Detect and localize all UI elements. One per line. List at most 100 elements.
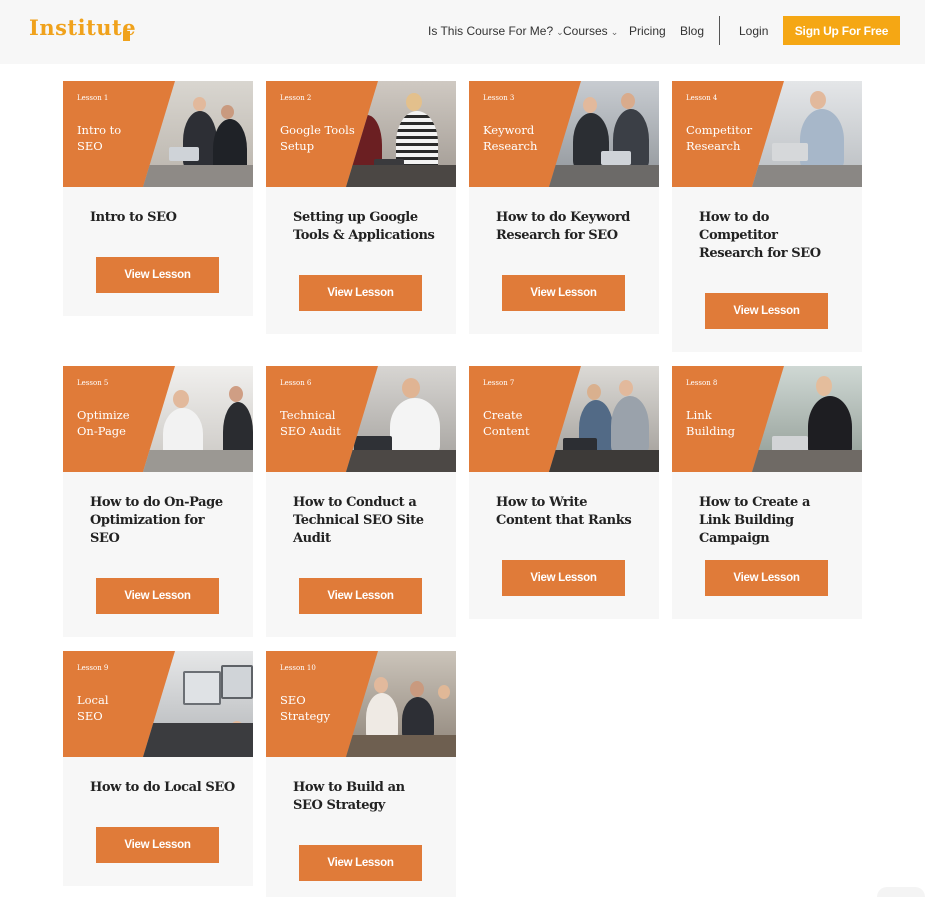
lesson-banner[interactable]: Lesson 2 Google Tools Setup [266,81,456,187]
lesson-banner[interactable]: Lesson 9 Local SEO [63,651,253,757]
nav-is-this-course-for-me[interactable]: Is This Course For Me? ⌄ [428,24,564,38]
lesson-banner[interactable]: Lesson 1 Intro to SEO [63,81,253,187]
banner-title-line: Technical [280,408,336,422]
banner-title-line: Research [686,139,741,153]
banner-title-line: Strategy [280,709,331,723]
lesson-banner[interactable]: Lesson 3 Keyword Research [469,81,659,187]
lesson-photo [346,651,456,757]
chevron-down-icon: ⌄ [610,27,619,37]
site-header: Institute Is This Course For Me? ⌄ Course… [0,0,925,64]
lesson-card: Lesson 7 Create Content How to Write Cont… [469,366,659,619]
banner-title-line: SEO [77,139,103,153]
nav-pricing[interactable]: Pricing [629,24,666,38]
lesson-banner[interactable]: Lesson 4 Competitor Research [672,81,862,187]
banner-title: Link Building [686,407,766,439]
lesson-number: Lesson 2 [280,94,312,102]
lesson-card: Lesson 5 Optimize On-Page How to do On-Pa… [63,366,253,637]
banner-title-line: Research [483,139,538,153]
banner-title-line: Create [483,408,523,422]
banner-title-line: SEO [280,693,306,707]
nav-label: Courses [563,24,608,38]
banner-title-line: On-Page [77,424,126,438]
lesson-number: Lesson 5 [77,379,109,387]
lesson-banner[interactable]: Lesson 5 Optimize On-Page [63,366,253,472]
lesson-title[interactable]: How to do Keyword Research for SEO [496,209,641,245]
lesson-photo [549,81,659,187]
site-logo[interactable]: Institute [29,15,136,40]
logo-bookmark-icon [123,31,130,41]
lesson-title[interactable]: How to do Competitor Research for SEO [699,209,844,263]
banner-title: Technical SEO Audit [280,407,360,439]
banner-title-line: Building [686,424,736,438]
view-lesson-button[interactable]: View Lesson [299,578,422,614]
lesson-banner[interactable]: Lesson 8 Link Building [672,366,862,472]
banner-title-line: SEO [77,709,103,723]
lesson-title[interactable]: How to Write Content that Ranks [496,494,641,530]
banner-title: Google Tools Setup [280,122,360,154]
nav-blog[interactable]: Blog [680,24,704,38]
lesson-banner[interactable]: Lesson 6 Technical SEO Audit [266,366,456,472]
banner-title-line: Setup [280,139,315,153]
lesson-banner[interactable]: Lesson 10 SEO Strategy [266,651,456,757]
lesson-number: Lesson 8 [686,379,718,387]
lesson-card: Lesson 9 Local SEO How to do Local SEO Vi… [63,651,253,886]
banner-title: SEO Strategy [280,692,360,724]
view-lesson-button[interactable]: View Lesson [705,560,828,596]
lesson-title[interactable]: Setting up Google Tools & Applications [293,209,438,245]
view-lesson-button[interactable]: View Lesson [299,275,422,311]
lesson-card: Lesson 8 Link Building How to Create a Li… [672,366,862,619]
lesson-number: Lesson 9 [77,664,109,672]
lesson-card: Lesson 4 Competitor Research How to do Co… [672,81,862,352]
banner-title-line: Google Tools [280,123,355,137]
lesson-number: Lesson 10 [280,664,316,672]
lesson-photo [143,81,253,187]
lesson-title[interactable]: How to Create a Link Building Campaign [699,494,844,548]
lesson-photo [752,81,862,187]
lesson-photo [143,366,253,472]
banner-title-line: Keyword [483,123,535,137]
nav-divider [719,16,720,45]
lesson-card: Lesson 10 SEO Strategy How to Build an SE… [266,651,456,897]
banner-title-line: SEO Audit [280,424,341,438]
banner-title-line: Optimize [77,408,130,422]
lesson-photo [752,366,862,472]
lesson-number: Lesson 6 [280,379,312,387]
lesson-photo [346,81,456,187]
lesson-card: Lesson 6 Technical SEO Audit How to Condu… [266,366,456,637]
lesson-number: Lesson 7 [483,379,515,387]
banner-title: Intro to SEO [77,122,157,154]
lesson-banner[interactable]: Lesson 7 Create Content [469,366,659,472]
chat-widget-edge[interactable] [877,887,925,897]
lesson-title[interactable]: How to do Local SEO [90,779,235,797]
lesson-title[interactable]: How to Conduct a Technical SEO Site Audi… [293,494,438,548]
view-lesson-button[interactable]: View Lesson [705,293,828,329]
lesson-card: Lesson 1 Intro to SEO Intro to SEO View L… [63,81,253,316]
lesson-title[interactable]: How to do On-Page Optimization for SEO [90,494,235,548]
view-lesson-button[interactable]: View Lesson [502,560,625,596]
view-lesson-button[interactable]: View Lesson [96,827,219,863]
lesson-number: Lesson 3 [483,94,515,102]
banner-title: Create Content [483,407,563,439]
banner-title-line: Local [77,693,109,707]
nav-label: Is This Course For Me? [428,24,554,38]
banner-title: Local SEO [77,692,157,724]
banner-title: Competitor Research [686,122,766,154]
lesson-photo [346,366,456,472]
lesson-title[interactable]: Intro to SEO [90,209,235,227]
lesson-title[interactable]: How to Build an SEO Strategy [293,779,438,815]
nav-courses[interactable]: Courses ⌄ [563,24,618,38]
view-lesson-button[interactable]: View Lesson [502,275,625,311]
lesson-card: Lesson 3 Keyword Research How to do Keywo… [469,81,659,334]
lesson-photo [143,651,253,757]
sign-up-button[interactable]: Sign Up For Free [783,16,900,45]
lesson-number: Lesson 1 [77,94,109,102]
banner-title-line: Competitor [686,123,753,137]
banner-title: Keyword Research [483,122,563,154]
banner-title-line: Link [686,408,712,422]
login-link[interactable]: Login [739,24,768,38]
lesson-number: Lesson 4 [686,94,718,102]
banner-title-line: Content [483,424,530,438]
view-lesson-button[interactable]: View Lesson [299,845,422,881]
view-lesson-button[interactable]: View Lesson [96,578,219,614]
view-lesson-button[interactable]: View Lesson [96,257,219,293]
